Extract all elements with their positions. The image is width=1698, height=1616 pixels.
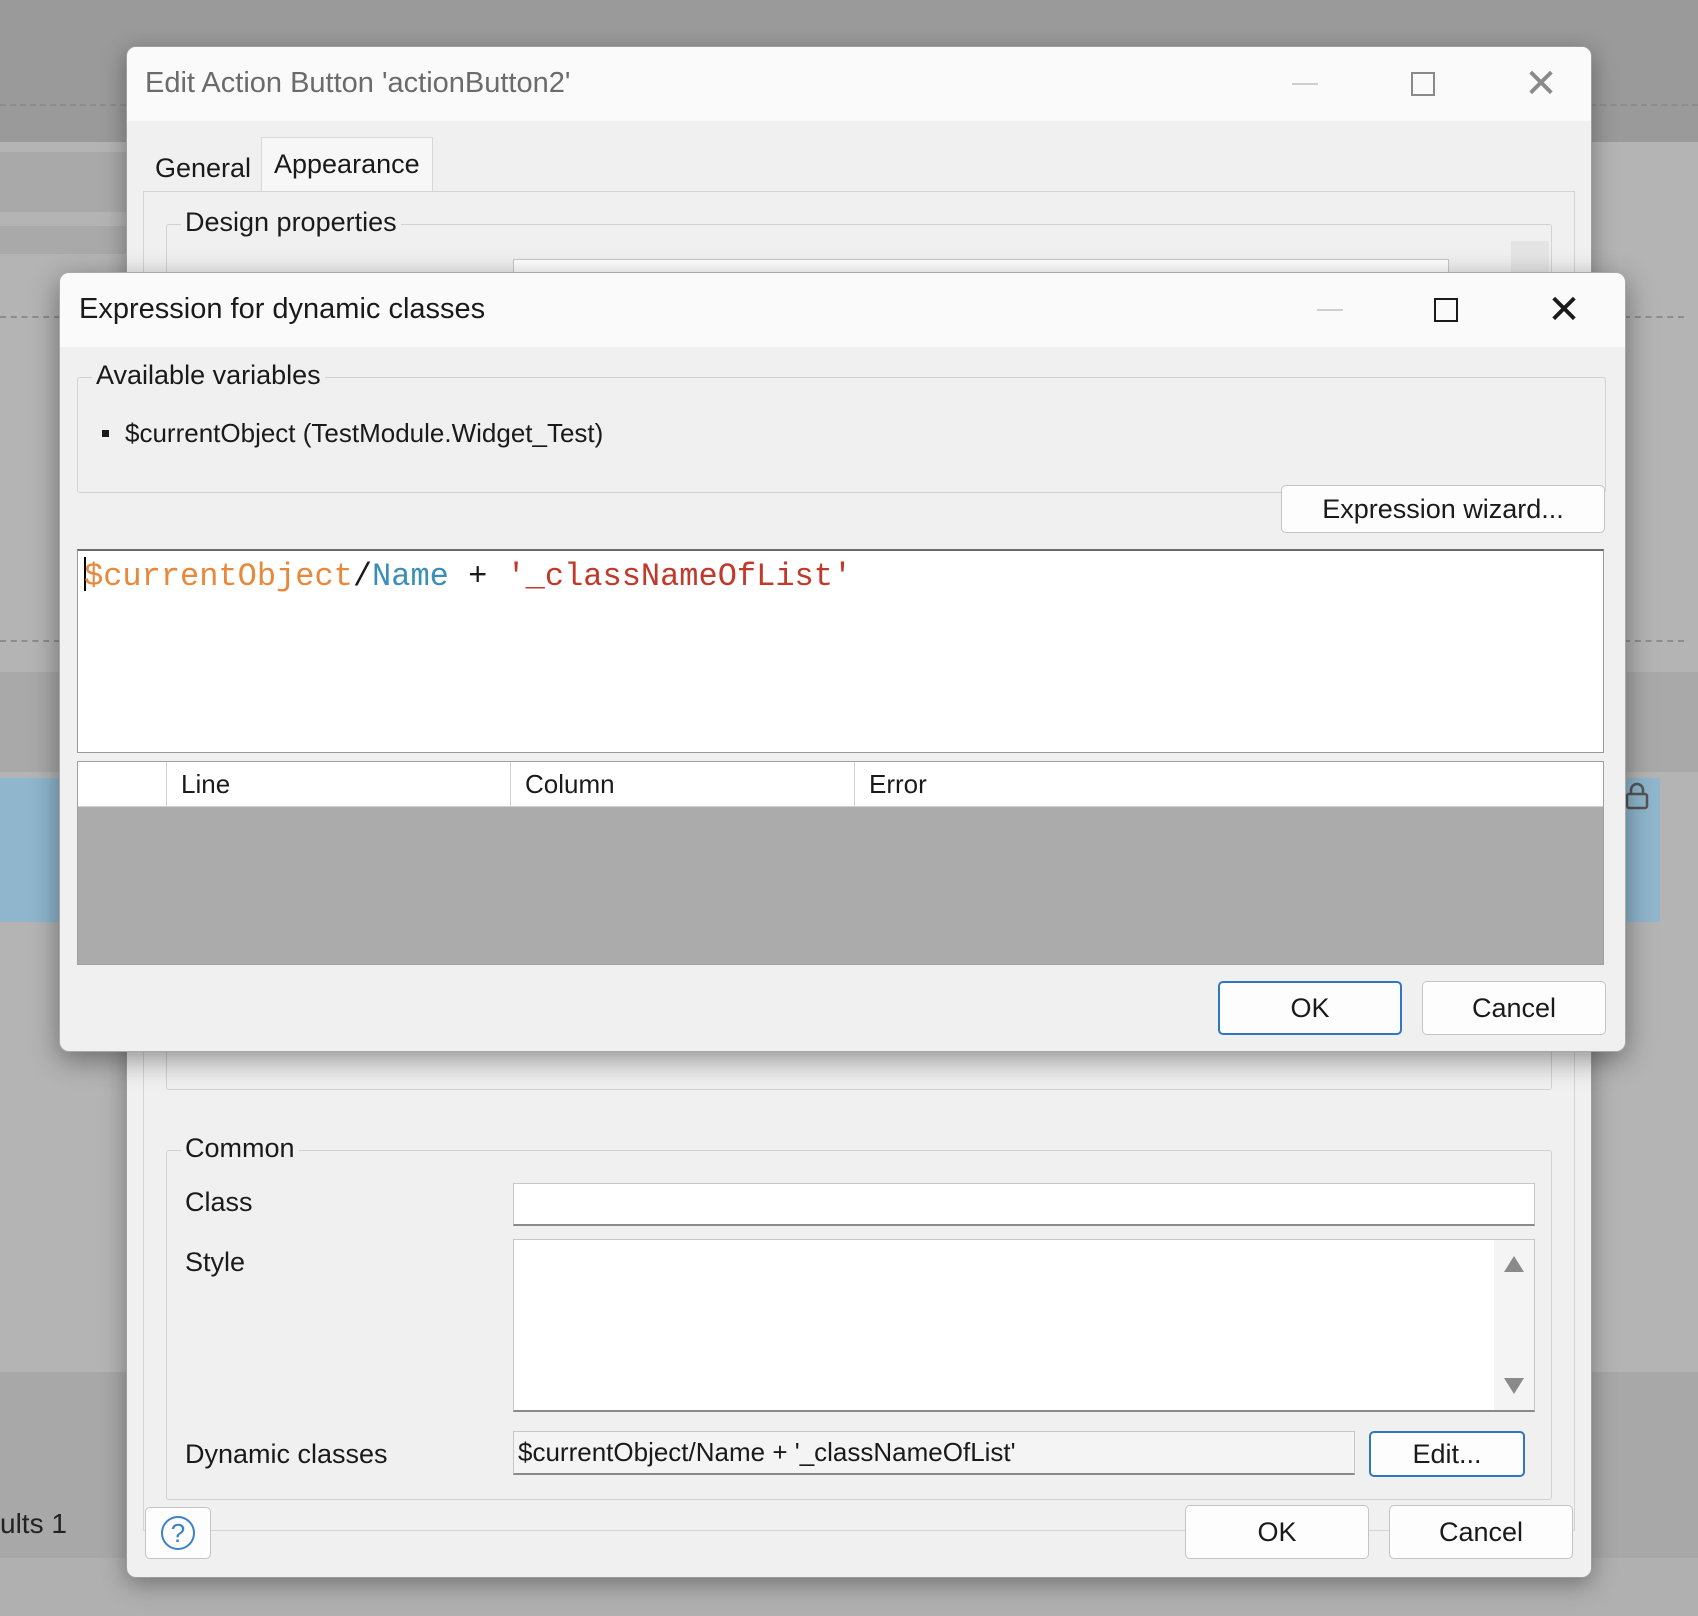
close-button[interactable]: ✕ xyxy=(1534,287,1594,333)
expression-dialog: Expression for dynamic classes ✕ Availab… xyxy=(59,272,1626,1052)
column-header-error[interactable]: Error xyxy=(854,762,1603,806)
close-button[interactable]: ✕ xyxy=(1511,61,1571,107)
minimize-icon xyxy=(1292,83,1318,85)
maximize-icon xyxy=(1434,298,1458,322)
ok-button[interactable]: OK xyxy=(1218,981,1402,1035)
column-header-line[interactable]: Line xyxy=(166,762,510,806)
dynamic-classes-input: $currentObject/Name + '_classNameOfList' xyxy=(513,1431,1355,1475)
expression-code: $currentObject/Name + '_classNameOfList' xyxy=(84,557,852,595)
cancel-button[interactable]: Cancel xyxy=(1389,1505,1573,1559)
help-button[interactable]: ? xyxy=(145,1507,211,1559)
button-label: Cancel xyxy=(1438,1516,1524,1547)
button-label: Edit... xyxy=(1412,1438,1482,1469)
code-string-token: '_classNameOfList' xyxy=(506,558,853,595)
background-divider xyxy=(0,640,60,642)
column-header-column[interactable]: Column xyxy=(510,762,854,806)
error-grid: Line Column Error xyxy=(77,761,1604,965)
code-operator-token: + xyxy=(448,558,507,595)
scroll-down-icon[interactable] xyxy=(1504,1378,1524,1394)
dialog-titlebar: Expression for dynamic classes ✕ xyxy=(60,273,1625,347)
group-legend: Design properties xyxy=(181,207,401,238)
tab-general[interactable]: General xyxy=(147,145,259,191)
grid-row-header-cell xyxy=(78,762,166,806)
question-circle-icon: ? xyxy=(161,1516,195,1550)
background-divider xyxy=(0,104,126,106)
available-variables-group: Available variables $currentObject (Test… xyxy=(77,360,1606,493)
close-icon: ✕ xyxy=(1547,288,1581,332)
maximize-button[interactable] xyxy=(1393,61,1453,107)
tab-appearance[interactable]: Appearance xyxy=(261,137,433,194)
results-tab-label: ults 1 xyxy=(0,1508,67,1539)
results-tab[interactable]: ults 1 xyxy=(0,1508,67,1540)
expression-editor[interactable]: $currentObject/Name + '_classNameOfList' xyxy=(77,549,1604,753)
group-legend: Common xyxy=(181,1133,299,1164)
background-divider xyxy=(1590,104,1698,106)
background-divider xyxy=(1624,640,1684,642)
variable-list-item: $currentObject (TestModule.Widget_Test) xyxy=(102,418,603,449)
background-selected-row xyxy=(0,778,60,922)
button-label: Cancel xyxy=(1471,992,1557,1023)
background-divider xyxy=(0,316,60,318)
code-attribute-token: Name xyxy=(372,558,449,595)
tab-label: Appearance xyxy=(274,149,420,179)
expression-wizard-button[interactable]: Expression wizard... xyxy=(1281,485,1605,533)
background-divider xyxy=(1624,316,1684,318)
cancel-button[interactable]: Cancel xyxy=(1422,981,1606,1035)
grid-header: Line Column Error xyxy=(78,762,1603,807)
class-label: Class xyxy=(185,1187,253,1217)
close-icon: ✕ xyxy=(1524,62,1558,106)
dialog-titlebar: Edit Action Button 'actionButton2' ✕ xyxy=(127,47,1591,121)
maximize-icon xyxy=(1411,72,1435,96)
minimize-button[interactable] xyxy=(1275,61,1335,107)
maximize-button[interactable] xyxy=(1416,287,1476,333)
style-scrollbar[interactable] xyxy=(1494,1240,1534,1410)
class-input[interactable] xyxy=(513,1183,1535,1226)
button-label: Expression wizard... xyxy=(1322,493,1564,524)
style-label: Style xyxy=(185,1247,246,1277)
dynamic-classes-label: Dynamic classes xyxy=(185,1439,388,1469)
background-panel xyxy=(0,226,126,254)
dialog-title: Expression for dynamic classes xyxy=(79,293,486,325)
scroll-up-icon[interactable] xyxy=(1504,1256,1524,1272)
style-textarea[interactable] xyxy=(513,1239,1535,1412)
common-group: Common Class Style Dynamic classes $curr… xyxy=(166,1133,1552,1500)
edit-dynamic-classes-button[interactable]: Edit... xyxy=(1369,1431,1525,1477)
tab-label: General xyxy=(155,153,252,183)
minimize-button[interactable] xyxy=(1300,287,1360,333)
bullet-icon xyxy=(102,430,109,437)
dialog-title: Edit Action Button 'actionButton2' xyxy=(145,67,571,99)
ok-button[interactable]: OK xyxy=(1185,1505,1369,1559)
code-separator-token: / xyxy=(352,558,373,595)
button-label: OK xyxy=(1290,992,1330,1023)
lock-icon xyxy=(1624,782,1650,815)
background-panel xyxy=(0,152,126,212)
group-legend: Available variables xyxy=(92,360,325,391)
variable-text: $currentObject (TestModule.Widget_Test) xyxy=(125,418,604,448)
code-variable-token: $currentObject xyxy=(84,558,353,595)
button-label: OK xyxy=(1257,1516,1297,1547)
minimize-icon xyxy=(1317,309,1343,311)
